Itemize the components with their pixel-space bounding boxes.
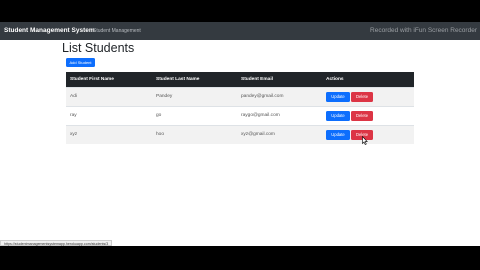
cell-actions: Update Delete — [322, 125, 414, 144]
header-email: Student Email — [241, 76, 273, 82]
update-button[interactable]: Update — [326, 129, 350, 140]
header-first-name: Student First Name — [70, 76, 114, 82]
nav-link-student-management[interactable]: Student Management — [93, 22, 141, 40]
cell-email: raygo@gmail.com — [241, 113, 280, 118]
navbar: Student Management System Student Manage… — [0, 22, 480, 40]
students-table: Student First Name Student Last Name Stu… — [66, 72, 414, 144]
header-last-name: Student Last Name — [156, 76, 200, 82]
cell-last-name: hoo — [156, 132, 165, 138]
mouse-pointer-icon — [362, 136, 368, 145]
cell-first-name: Adi — [70, 94, 77, 99]
navbar-brand[interactable]: Student Management System — [4, 22, 95, 40]
cell-email: xyz@gmail.com — [241, 132, 275, 138]
cell-first-name: xyz — [70, 132, 78, 138]
cell-last-name: go — [156, 113, 162, 118]
recorder-watermark: Recorded with iFun Screen Recorder — [370, 27, 477, 34]
header-actions: Actions — [326, 76, 344, 82]
table-row: Adi Pandey pandey@gmail.com Update Delete — [66, 87, 414, 106]
cell-last-name: Pandey — [156, 94, 173, 99]
update-button[interactable]: Update — [326, 110, 350, 121]
cell-email: pandey@gmail.com — [241, 94, 284, 99]
page-title: List Students — [62, 41, 135, 55]
table-header-row: Student First Name Student Last Name Stu… — [66, 72, 414, 87]
main-content: List Students Add Student Student First … — [0, 40, 480, 246]
delete-button[interactable]: Delete — [351, 91, 373, 102]
bottom-letterbox — [0, 246, 480, 270]
update-button[interactable]: Update — [326, 91, 350, 102]
cell-actions: Update Delete — [322, 87, 414, 106]
cell-first-name: ray — [70, 113, 77, 118]
cell-actions: Update Delete — [322, 106, 414, 125]
table-row: ray go raygo@gmail.com Update Delete — [66, 106, 414, 125]
top-letterbox — [0, 0, 480, 22]
delete-button[interactable]: Delete — [351, 110, 373, 121]
add-student-button[interactable]: Add Student — [66, 58, 95, 67]
